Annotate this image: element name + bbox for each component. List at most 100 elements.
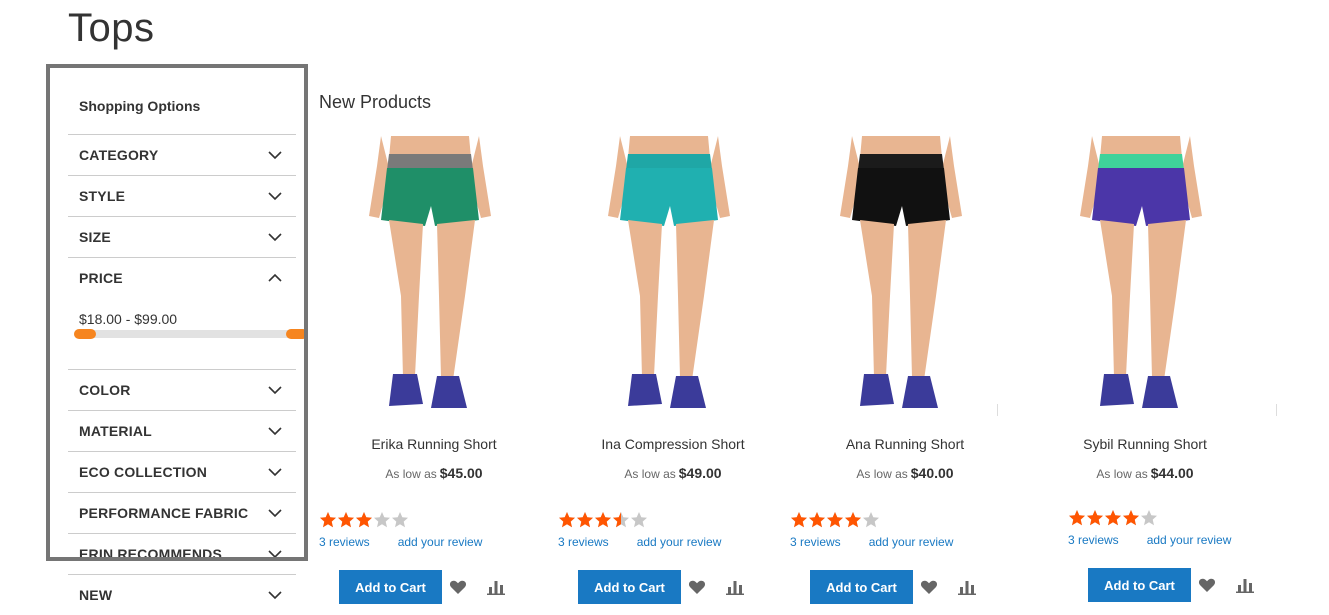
star-filled-icon [809,512,825,528]
product-price-line: As low as $45.00 [319,465,549,481]
chevron-down-icon [268,386,282,395]
star-filled-icon [827,512,843,528]
price-slider-min-handle[interactable] [74,329,96,339]
price-slider-max-handle[interactable] [286,329,308,339]
star-filled-icon [559,512,575,528]
compare-icon[interactable] [958,578,976,596]
product-card: Erika Running Short As low as $45.00 3 re… [319,136,549,615]
filter-new[interactable]: NEW [68,574,296,615]
heart-icon[interactable] [449,578,467,596]
chevron-down-icon [268,192,282,201]
add-review-link[interactable]: add your review [869,535,954,549]
product-price: $45.00 [439,465,483,481]
filter-material[interactable]: MATERIAL [68,410,296,451]
star-empty-icon [863,512,879,528]
product-image[interactable] [790,136,1020,424]
compare-icon[interactable] [1236,576,1254,594]
reviews-link[interactable]: 3 reviews [558,535,609,549]
star-empty-icon [1141,510,1157,526]
star-filled-icon [1069,510,1085,526]
star-filled-icon [791,512,807,528]
product-price-line: As low as $44.00 [1030,465,1260,481]
rating-stars [558,511,648,529]
reviews-link[interactable]: 3 reviews [1068,533,1119,547]
product-image[interactable] [319,136,549,424]
chevron-down-icon [268,591,282,600]
star-filled-icon [1123,510,1139,526]
add-review-link[interactable]: add your review [1147,533,1232,547]
rating-stars [319,511,409,529]
product-name[interactable]: Ana Running Short [790,436,1020,452]
heart-icon[interactable] [920,578,938,596]
filter-label: ECO COLLECTION [79,464,208,480]
review-links: 3 reviews add your review [558,535,721,549]
filter-label: COLOR [79,382,131,398]
filter-size[interactable]: SIZE [68,216,296,257]
add-review-link[interactable]: add your review [637,535,722,549]
chevron-down-icon [268,509,282,518]
product-price-line: As low as $40.00 [790,465,1020,481]
product-name[interactable]: Erika Running Short [319,436,549,452]
compare-icon[interactable] [487,578,505,596]
star-half-icon [613,512,629,528]
filter-label: STYLE [79,188,126,204]
filter-label: MATERIAL [79,423,152,439]
filter-style[interactable]: STYLE [68,175,296,216]
chevron-down-icon [268,233,282,242]
filters-sidebar: Shopping Options CATEGORY STYLE SIZE PRI… [68,66,308,615]
filter-label: NEW [79,587,113,603]
price-range-value: $18.00 - $99.00 [79,311,178,327]
star-filled-icon [1105,510,1121,526]
filter-category[interactable]: CATEGORY [68,134,296,175]
filter-label: SIZE [79,229,111,245]
section-title: New Products [319,92,432,112]
product-image[interactable] [1030,136,1260,424]
chevron-down-icon [268,427,282,436]
chevron-down-icon [268,550,282,559]
price-prefix: As low as [1096,467,1148,481]
add-review-link[interactable]: add your review [398,535,483,549]
add-to-cart-button[interactable]: Add to Cart [339,570,442,604]
star-filled-icon [338,512,354,528]
compare-icon[interactable] [726,578,744,596]
star-filled-icon [577,512,593,528]
product-image[interactable] [558,136,788,424]
review-links: 3 reviews add your review [1068,533,1231,547]
chevron-down-icon [268,468,282,477]
product-price-line: As low as $49.00 [558,465,788,481]
reviews-link[interactable]: 3 reviews [790,535,841,549]
add-to-cart-button[interactable]: Add to Cart [578,570,681,604]
product-card: Ina Compression Short As low as $49.00 3 … [558,136,788,615]
product-card: Sybil Running Short As low as $44.00 3 re… [1030,136,1260,615]
filter-label: CATEGORY [79,147,159,163]
reviews-link[interactable]: 3 reviews [319,535,370,549]
filter-label: ERIN RECOMMENDS [79,546,223,562]
review-links: 3 reviews add your review [790,535,953,549]
star-filled-icon [1087,510,1103,526]
filter-erin-recommends[interactable]: ERIN RECOMMENDS [68,533,296,574]
chevron-down-icon [268,151,282,160]
review-links: 3 reviews add your review [319,535,482,549]
product-name[interactable]: Sybil Running Short [1030,436,1260,452]
price-prefix: As low as [385,467,437,481]
filter-performance-fabric[interactable]: PERFORMANCE FABRIC [68,492,296,533]
filter-color[interactable]: COLOR [68,369,296,410]
rating-stars [790,511,880,529]
filter-label: PERFORMANCE FABRIC [79,505,249,521]
price-prefix: As low as [624,467,676,481]
star-empty-icon [631,512,647,528]
product-name[interactable]: Ina Compression Short [558,436,788,452]
star-filled-icon [595,512,611,528]
product-price: $49.00 [678,465,722,481]
filter-eco-collection[interactable]: ECO COLLECTION [68,451,296,492]
add-to-cart-button[interactable]: Add to Cart [810,570,913,604]
heart-icon[interactable] [688,578,706,596]
product-price: $44.00 [1150,465,1194,481]
heart-icon[interactable] [1198,576,1216,594]
star-empty-icon [392,512,408,528]
divider [1276,404,1277,416]
chevron-up-icon [268,273,282,282]
price-slider[interactable] [74,329,308,339]
add-to-cart-button[interactable]: Add to Cart [1088,568,1191,602]
filter-label: PRICE [79,270,123,286]
